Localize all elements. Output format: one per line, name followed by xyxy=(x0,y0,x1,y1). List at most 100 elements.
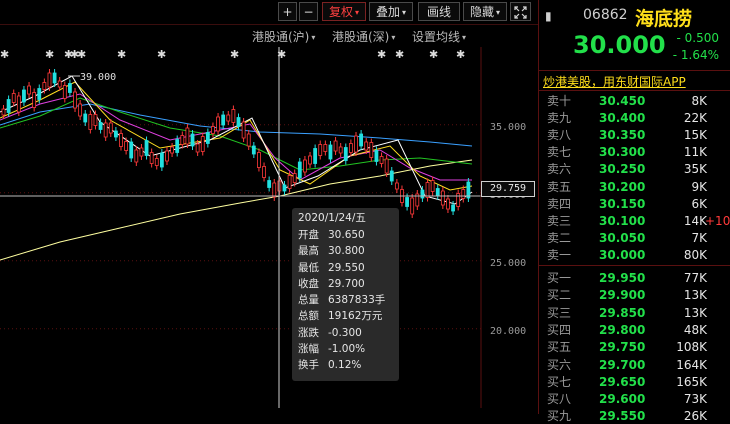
bid-row[interactable]: 买一 29.950 77K xyxy=(539,270,730,286)
bid-row[interactable]: 买八 29.600 73K xyxy=(539,391,730,407)
level-volume: 7K xyxy=(691,230,707,245)
candle-body xyxy=(103,122,108,138)
candle-body xyxy=(348,143,353,153)
tooltip-row: 涨幅 -1.00% xyxy=(298,341,393,357)
candle-body xyxy=(195,143,200,153)
chevron-down-icon: ▾ xyxy=(311,33,316,42)
hk-connect-sh-button[interactable]: 港股通(沪) ▾ xyxy=(252,28,315,45)
y-axis-ticks: 35.000 30.000 25.000 20.000 xyxy=(490,122,526,337)
zoom-out-button[interactable]: − xyxy=(299,2,318,21)
moving-average-lines xyxy=(0,75,473,261)
level-price: 30.200 xyxy=(599,179,646,194)
ask-row[interactable]: 卖九 30.400 22K xyxy=(539,110,730,126)
panel-toggle-icon[interactable]: ▮ xyxy=(545,9,552,23)
candle-body xyxy=(251,145,256,155)
candle-body xyxy=(27,85,31,95)
candle-body xyxy=(343,147,348,161)
candle-body xyxy=(57,80,62,88)
candle-body xyxy=(292,173,297,183)
level-price: 30.250 xyxy=(599,162,646,177)
candle-body xyxy=(257,152,261,168)
candle-body xyxy=(456,193,461,207)
y-tick-label: 35.000 xyxy=(490,122,526,133)
bid-row[interactable]: 买六 29.700 164K xyxy=(539,357,730,373)
level-label: 买一 xyxy=(547,271,572,285)
level-price: 29.600 xyxy=(599,392,646,407)
overlay-dropdown[interactable]: 叠加 ▾ xyxy=(369,2,413,21)
ask-row[interactable]: 卖一 30.000 80K xyxy=(539,247,730,263)
candle-body xyxy=(113,130,118,138)
ask-row[interactable]: 卖六 30.250 35K xyxy=(539,161,730,177)
ma-settings-button[interactable]: 设置均线 ▾ xyxy=(412,28,466,45)
tooltip-value: 29.550 xyxy=(328,261,365,274)
level-price: 29.850 xyxy=(599,305,646,320)
hk-connect-sz-button[interactable]: 港股通(深) ▾ xyxy=(332,28,395,45)
candle-body xyxy=(364,141,369,151)
adjust-dropdown[interactable]: 复权 ▾ xyxy=(322,2,366,21)
level-volume: 35K xyxy=(683,162,707,177)
ask-row[interactable]: 卖八 30.350 15K xyxy=(539,127,730,143)
candle-body xyxy=(11,93,16,103)
candle-body xyxy=(410,197,415,215)
candle-body xyxy=(236,117,241,127)
chevron-down-icon: ▾ xyxy=(496,8,501,17)
level-price: 30.000 xyxy=(599,247,646,262)
level-volume: 22K xyxy=(683,111,707,126)
candle-body xyxy=(420,189,425,199)
ask-row[interactable]: 卖五 30.200 9K xyxy=(539,179,730,195)
ask-row[interactable]: 卖四 30.150 6K xyxy=(539,196,730,212)
level-price: 30.150 xyxy=(599,196,646,211)
promo-link[interactable]: 炒港美股，用东财国际APP xyxy=(543,73,686,90)
candlestick-chart[interactable]: ✱✱✱✱✱✱✱✱✱✱✱✱✱ 35.000 30.000 25.000 20.00… xyxy=(0,0,538,414)
bid-row[interactable]: 买七 29.650 165K xyxy=(539,374,730,390)
bid-row[interactable]: 买二 29.900 13K xyxy=(539,287,730,303)
ask-row[interactable]: 卖二 30.050 7K xyxy=(539,230,730,246)
bid-row[interactable]: 买四 29.800 48K xyxy=(539,322,730,338)
tooltip-date: 2020/1/24/五 xyxy=(298,212,366,224)
chevron-down-icon: ▾ xyxy=(355,8,360,17)
level-label: 买八 xyxy=(547,392,572,407)
y-tick-label: 20.000 xyxy=(490,326,526,337)
chevron-down-icon: ▾ xyxy=(391,33,396,42)
candle-body xyxy=(374,150,379,162)
hide-dropdown[interactable]: 隐藏 ▾ xyxy=(463,2,507,21)
candle-body xyxy=(287,175,292,189)
level-price: 30.400 xyxy=(599,111,646,126)
candle-body xyxy=(88,114,93,130)
candle-body xyxy=(435,188,440,196)
ask-row[interactable]: 卖十 30.450 8K xyxy=(539,93,730,109)
zoom-in-button[interactable]: + xyxy=(278,2,297,21)
candle-body xyxy=(338,146,343,154)
adjust-label: 复权 xyxy=(328,5,353,19)
draw-line-button[interactable]: 画线 xyxy=(418,2,460,21)
level-volume: 15K xyxy=(683,128,707,143)
candle-body xyxy=(78,103,83,117)
bid-row[interactable]: 买九 29.550 26K xyxy=(539,408,730,424)
tooltip-value: 30.800 xyxy=(328,245,365,258)
candle-body xyxy=(47,72,52,88)
ask-row[interactable]: 卖七 30.300 11K xyxy=(539,144,730,160)
bid-row[interactable]: 买五 29.750 108K xyxy=(539,339,730,355)
indicator-bar: 港股通(沪) ▾ 港股通(深) ▾ 设置均线 ▾ xyxy=(0,25,538,47)
candle-body xyxy=(333,140,338,152)
fullscreen-button[interactable] xyxy=(510,2,531,21)
tooltip-key: 最低 xyxy=(298,261,319,274)
promo-banner[interactable]: 炒港美股，用东财国际APP xyxy=(539,70,730,91)
tooltip-key: 涨跌 xyxy=(298,326,319,339)
bid-row[interactable]: 买三 29.850 13K xyxy=(539,305,730,321)
event-marker-icon: ✱ xyxy=(45,48,54,61)
quote-panel: ▮ 06862 海底捞 30.000 - 0.500 - 1.64% 炒港美股，… xyxy=(538,0,730,423)
candle-body xyxy=(154,158,159,166)
chart-toolbar: + − 复权 ▾ 叠加 ▾ 画线 隐藏 ▾ xyxy=(0,0,538,25)
level-price: 30.350 xyxy=(599,128,646,143)
tooltip-row: 最高 30.800 xyxy=(298,243,393,259)
max-price-label: 39.000 xyxy=(80,72,116,83)
candle-body xyxy=(384,158,389,174)
candle-body xyxy=(267,180,272,188)
tooltip-row: 收盘 29.700 xyxy=(298,276,393,292)
level-label: 买六 xyxy=(547,357,572,372)
price-change-percent: - 1.64% xyxy=(672,48,719,62)
event-markers: ✱ ✱ ✱✱✱ ✱ ✱ ✱ ✱ ✱ ✱ ✱ ✱ xyxy=(0,48,465,61)
ask-row[interactable]: 卖三 30.100 14K+100 xyxy=(539,213,730,229)
candle-body xyxy=(226,114,231,122)
